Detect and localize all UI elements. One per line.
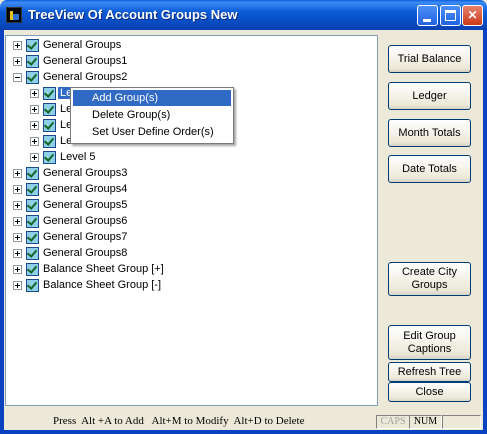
group-icon [26,39,39,52]
group-icon [43,87,56,100]
tree-node-label[interactable]: Level 5 [60,151,95,163]
shortcut-hint: Press Alt +A to Add Alt+M to Modify Alt+… [53,415,305,427]
close-label: Close [415,385,444,398]
expand-icon[interactable] [13,281,22,290]
date-totals-label: Date Totals [402,162,457,175]
expand-icon[interactable] [30,137,39,146]
collapse-icon[interactable] [13,73,22,82]
edit-group-captions-label-line1: Edit Group [403,329,456,342]
menu-item-set-user-define-order[interactable]: Set User Define Order(s) [73,124,231,140]
expand-icon[interactable] [13,185,22,194]
group-icon [43,103,56,116]
expand-icon[interactable] [13,217,22,226]
group-icon [43,135,56,148]
group-icon [43,151,56,164]
tree-node-label[interactable]: General Groups6 [43,215,127,227]
tree-node-label[interactable]: General Groups5 [43,199,127,211]
edit-group-captions-button[interactable]: Edit Group Captions [388,325,471,360]
tree-node-label[interactable]: General Groups4 [43,183,127,195]
expand-icon[interactable] [30,105,39,114]
ledger-button[interactable]: Ledger [388,82,471,110]
window-frame-right [483,30,487,434]
tree-node-label[interactable]: General Groups1 [43,55,127,67]
group-icon [26,199,39,212]
expand-icon[interactable] [13,169,22,178]
tree-node-label[interactable]: General Groups8 [43,247,127,259]
expand-icon[interactable] [13,201,22,210]
group-icon [26,231,39,244]
edit-group-captions-label-line2: Captions [407,342,452,355]
group-icon [26,55,39,68]
expand-icon[interactable] [30,153,39,162]
app-icon[interactable] [6,7,22,23]
refresh-tree-button[interactable]: Refresh Tree [388,362,471,382]
create-city-groups-button[interactable]: Create City Groups [388,262,471,296]
window-frame-bottom [0,430,487,434]
group-icon [26,167,39,180]
status-bar: Press Alt +A to Add Alt+M to Modify Alt+… [4,414,483,430]
maximize-icon[interactable] [440,5,461,26]
tree-node-label[interactable]: Balance Sheet Group [+] [43,263,164,275]
trial-balance-button[interactable]: Trial Balance [388,45,471,73]
minimize-icon[interactable] [417,5,438,26]
expand-icon[interactable] [13,41,22,50]
tree-node-label[interactable]: General Groups3 [43,167,127,179]
close-button[interactable]: Close [388,382,471,402]
group-icon [26,263,39,276]
menu-item-add-groups[interactable]: Add Group(s) [73,90,231,106]
expand-icon[interactable] [13,57,22,66]
expand-icon[interactable] [13,249,22,258]
tree-node-label[interactable]: General Groups [43,39,121,51]
group-icon [43,119,56,132]
month-totals-button[interactable]: Month Totals [388,119,471,147]
refresh-tree-label: Refresh Tree [397,365,462,378]
group-icon [26,215,39,228]
group-icon [26,279,39,292]
create-city-groups-label-line1: Create City [401,266,458,278]
group-icon [26,183,39,196]
ledger-label: Ledger [412,89,447,102]
num-indicator: NUM [409,415,442,429]
menu-item-delete-groups[interactable]: Delete Group(s) [73,107,231,123]
trial-balance-label: Trial Balance [397,52,462,65]
date-totals-button[interactable]: Date Totals [388,155,471,183]
close-icon[interactable]: ✕ [462,5,483,26]
month-totals-label: Month Totals [398,126,461,139]
group-icon [26,71,39,84]
window-frame-left [0,30,4,434]
expand-icon[interactable] [13,265,22,274]
context-menu: Add Group(s) Delete Group(s) Set User De… [70,87,234,144]
tree-node-label[interactable]: General Groups7 [43,231,127,243]
tree-node-label[interactable]: Balance Sheet Group [-] [43,279,161,291]
expand-icon[interactable] [13,233,22,242]
title-bar: TreeView Of Account Groups New ✕ [0,0,487,30]
expand-icon[interactable] [30,89,39,98]
expand-icon[interactable] [30,121,39,130]
tree-node-label[interactable]: General Groups2 [43,71,127,83]
caps-indicator: CAPS [376,415,410,429]
group-icon [26,247,39,260]
create-city-groups-label-line2: Groups [411,279,448,291]
window-title: TreeView Of Account Groups New [28,7,238,22]
status-panel-empty [442,415,481,429]
